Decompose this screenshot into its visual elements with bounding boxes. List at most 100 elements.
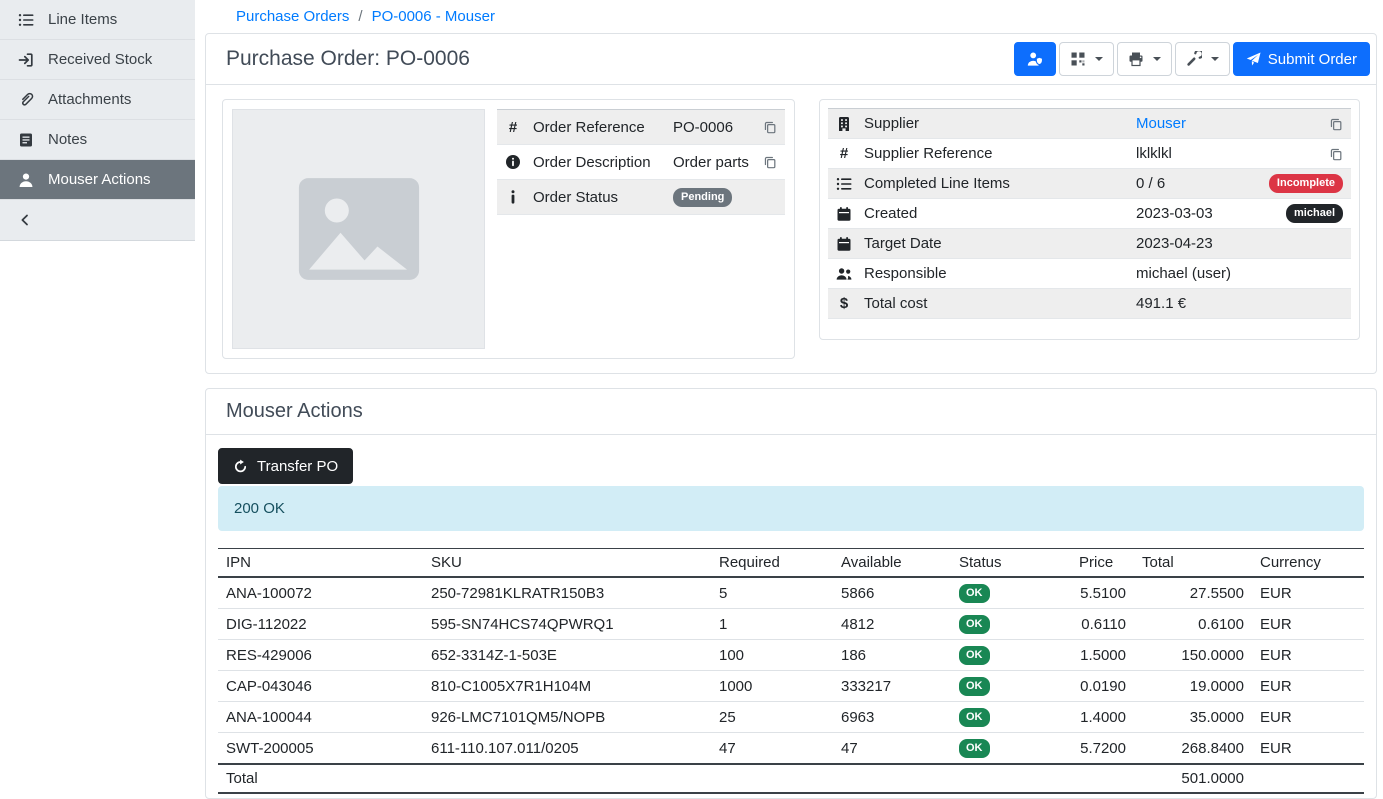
sidebar-item-label: Attachments xyxy=(48,91,131,108)
breadcrumb-current-order[interactable]: PO-0006 - Mouser xyxy=(372,8,495,25)
copy-icon[interactable] xyxy=(763,155,777,169)
order-detail-table: # Order Reference PO-0006 Order Descript… xyxy=(497,109,785,349)
cell-status: OK xyxy=(951,640,1071,671)
mouser-actions-panel: Mouser Actions Transfer PO 200 OK IPN xyxy=(205,388,1377,799)
user-shield-button[interactable] xyxy=(1014,42,1056,76)
cell-currency: EUR xyxy=(1252,609,1364,640)
cell-status: OK xyxy=(951,671,1071,702)
copy-icon[interactable] xyxy=(1329,117,1343,131)
copy-icon[interactable] xyxy=(763,120,777,134)
incomplete-badge: Incomplete xyxy=(1269,174,1343,193)
hash-icon: # xyxy=(505,119,521,136)
sidebar-item-notes[interactable]: Notes xyxy=(0,120,195,160)
transfer-po-button[interactable]: Transfer PO xyxy=(218,448,353,484)
building-icon xyxy=(836,116,852,132)
order-actions-button[interactable] xyxy=(1175,42,1230,76)
cell-total: 19.0000 xyxy=(1134,671,1252,702)
copy-icon[interactable] xyxy=(1329,147,1343,161)
hash-icon: # xyxy=(836,145,852,162)
cell-currency: EUR xyxy=(1252,577,1364,609)
detail-label: Order Description xyxy=(533,154,673,171)
cell-ipn: ANA-100072 xyxy=(218,577,423,609)
qr-code-icon xyxy=(1070,51,1086,67)
dollar-icon: $ xyxy=(836,295,852,312)
table-footer-row: Total 501.0000 xyxy=(218,764,1364,793)
submit-order-label: Submit Order xyxy=(1268,51,1357,68)
col-header-sku: SKU xyxy=(423,549,711,578)
order-image-placeholder[interactable] xyxy=(232,109,485,349)
breadcrumb: Purchase Orders / PO-0006 - Mouser xyxy=(205,0,1377,33)
print-actions-button[interactable] xyxy=(1117,42,1172,76)
breadcrumb-purchase-orders[interactable]: Purchase Orders xyxy=(236,8,349,25)
sign-in-icon xyxy=(18,52,34,68)
table-row: ANA-100072 250-72981KLRATR150B3 5 5866 O… xyxy=(218,577,1364,609)
cell-required: 5 xyxy=(711,577,833,609)
detail-value: michael (user) xyxy=(1136,265,1343,282)
list-icon xyxy=(18,12,34,28)
supplier-detail-table: Supplier Mouser # Supplier Reference lkl… xyxy=(828,108,1351,319)
cell-ipn: DIG-112022 xyxy=(218,609,423,640)
status-ok-badge: OK xyxy=(959,677,990,696)
status-ok-badge: OK xyxy=(959,739,990,758)
supplier-link[interactable]: Mouser xyxy=(1136,115,1186,132)
detail-value: 2023-03-03 xyxy=(1136,205,1286,222)
table-row: SWT-200005 611-110.107.011/0205 47 47 OK… xyxy=(218,733,1364,765)
mouser-actions-body: Transfer PO 200 OK IPN SKU Required Avai… xyxy=(206,435,1376,798)
order-detail-area: # Order Reference PO-0006 Order Descript… xyxy=(206,85,1376,373)
sidebar-item-mouser-actions[interactable]: Mouser Actions xyxy=(0,160,195,200)
header-actions: Submit Order xyxy=(1014,42,1370,76)
target-date-row: Target Date 2023-04-23 xyxy=(828,229,1351,259)
cell-required: 1000 xyxy=(711,671,833,702)
table-header-row: IPN SKU Required Available Status Price … xyxy=(218,549,1364,578)
cell-sku: 652-3314Z-1-503E xyxy=(423,640,711,671)
table-row: ANA-100044 926-LMC7101QM5/NOPB 25 6963 O… xyxy=(218,702,1364,733)
supplier-row: Supplier Mouser xyxy=(828,109,1351,139)
cell-price: 5.7200 xyxy=(1071,733,1134,765)
supplier-reference-row: # Supplier Reference lklklkl xyxy=(828,139,1351,169)
detail-label: Responsible xyxy=(864,265,1136,282)
col-header-available: Available xyxy=(833,549,951,578)
chevron-down-icon xyxy=(1095,57,1103,61)
sidebar-collapse-button[interactable] xyxy=(0,200,195,240)
sidebar: Line Items Received Stock Attachments No… xyxy=(0,0,195,241)
cell-status: OK xyxy=(951,702,1071,733)
info-circle-icon xyxy=(505,154,521,170)
total-cost-row: $ Total cost 491.1 € xyxy=(828,289,1351,319)
user-shield-icon xyxy=(1027,51,1043,67)
order-reference-row: # Order Reference PO-0006 xyxy=(497,110,785,145)
status-badge: Pending xyxy=(673,188,732,207)
col-header-currency: Currency xyxy=(1252,549,1364,578)
chevron-down-icon xyxy=(1153,57,1161,61)
barcode-actions-button[interactable] xyxy=(1059,42,1114,76)
cell-price: 0.6110 xyxy=(1071,609,1134,640)
cell-available: 4812 xyxy=(833,609,951,640)
col-header-price: Price xyxy=(1071,549,1134,578)
mouser-actions-header: Mouser Actions xyxy=(206,389,1376,435)
sidebar-item-line-items[interactable]: Line Items xyxy=(0,0,195,40)
status-ok-badge: OK xyxy=(959,584,990,603)
cell-sku: 250-72981KLRATR150B3 xyxy=(423,577,711,609)
detail-value: 491.1 € xyxy=(1136,295,1343,312)
image-placeholder-icon xyxy=(298,177,420,281)
order-description-row: Order Description Order parts xyxy=(497,145,785,180)
sidebar-item-received-stock[interactable]: Received Stock xyxy=(0,40,195,80)
table-row: CAP-043046 810-C1005X7R1H104M 1000 33321… xyxy=(218,671,1364,702)
cell-required: 47 xyxy=(711,733,833,765)
order-summary-card: # Order Reference PO-0006 Order Descript… xyxy=(222,99,795,359)
sidebar-item-label: Mouser Actions xyxy=(48,171,151,188)
cell-available: 6963 xyxy=(833,702,951,733)
cell-currency: EUR xyxy=(1252,640,1364,671)
submit-order-button[interactable]: Submit Order xyxy=(1233,42,1370,76)
detail-label: Created xyxy=(864,205,1136,222)
breadcrumb-separator: / xyxy=(358,8,362,25)
sidebar-item-attachments[interactable]: Attachments xyxy=(0,80,195,120)
supplier-summary-card: Supplier Mouser # Supplier Reference lkl… xyxy=(819,99,1360,340)
detail-label: Total cost xyxy=(864,295,1136,312)
sidebar-item-label: Line Items xyxy=(48,11,117,28)
detail-value: Order parts xyxy=(673,154,763,171)
col-header-total: Total xyxy=(1134,549,1252,578)
col-header-status: Status xyxy=(951,549,1071,578)
order-status-row: Order Status Pending xyxy=(497,180,785,215)
cell-available: 47 xyxy=(833,733,951,765)
cell-sku: 926-LMC7101QM5/NOPB xyxy=(423,702,711,733)
